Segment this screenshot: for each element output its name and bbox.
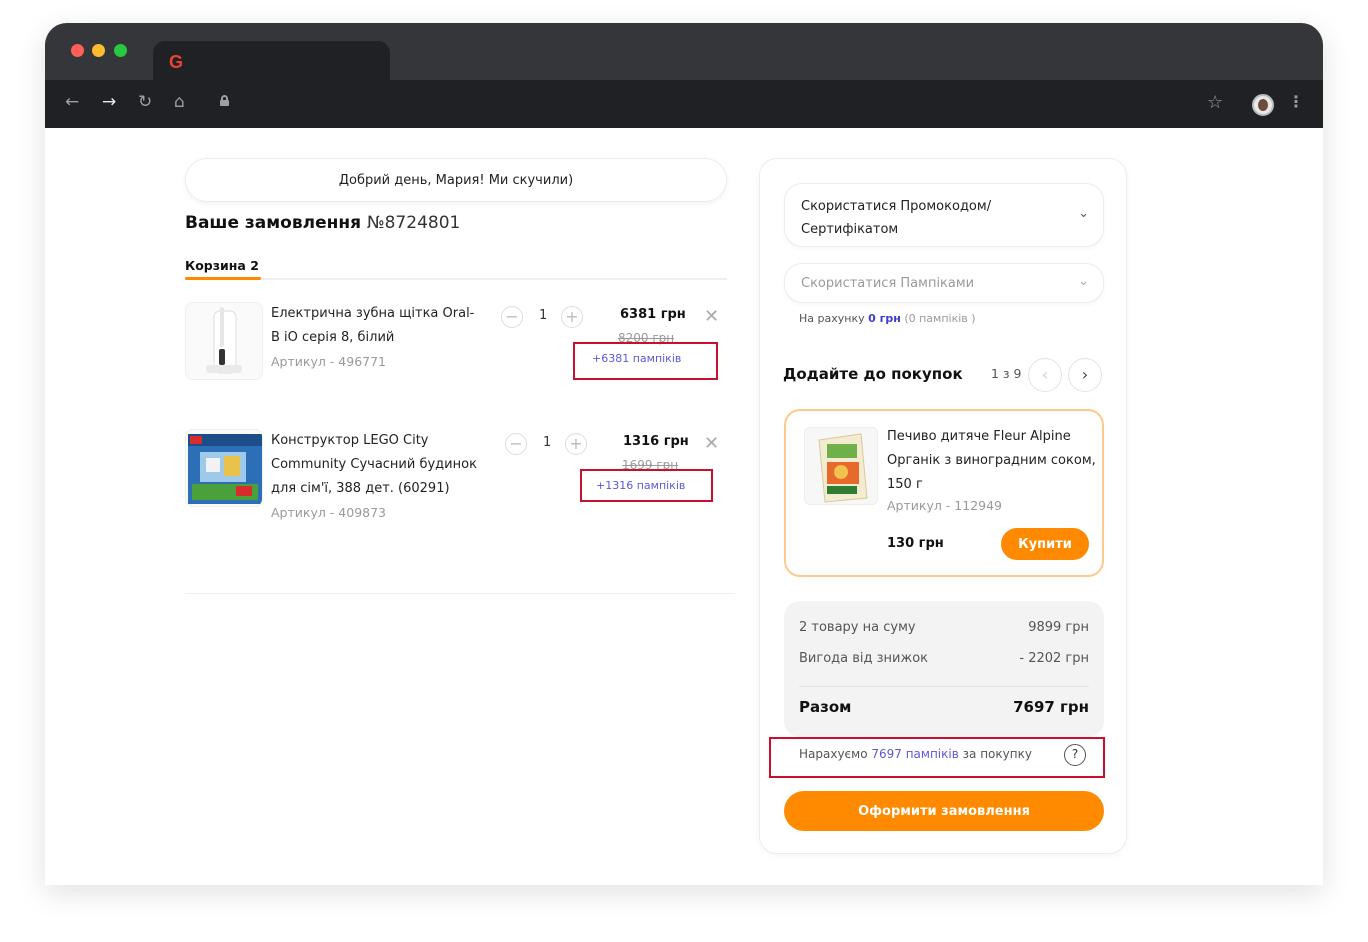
lego-box-image[interactable]	[185, 429, 263, 507]
quantity-value: 1	[543, 435, 552, 450]
tab-cart[interactable]: Корзина 2	[185, 258, 259, 273]
decrease-quantity-button[interactable]: −	[505, 433, 527, 455]
order-totals: 2 товару на суму 9899 грн Вигода від зни…	[784, 601, 1104, 737]
decrease-quantity-button[interactable]: −	[501, 306, 523, 328]
items-sum-row: 2 товару на суму 9899 грн	[799, 620, 1089, 635]
toothbrush-image[interactable]	[185, 302, 263, 380]
cart-divider	[185, 593, 735, 594]
increase-quantity-button[interactable]: +	[561, 306, 583, 328]
quantity-value: 1	[539, 308, 548, 323]
remove-item-icon[interactable]: ✕	[704, 433, 719, 454]
checkout-button[interactable]: Оформити замовлення	[784, 791, 1104, 831]
cookie-box-image[interactable]	[804, 427, 878, 505]
discount-label: Вигода від знижок	[799, 651, 929, 666]
balance-suffix: (0 пампіків )	[904, 312, 976, 325]
bookmark-star-icon[interactable]: ☆	[1207, 92, 1223, 113]
item-name[interactable]: Електрична зубна щітка Oral-B iO серія 8…	[271, 302, 481, 350]
lock-icon	[220, 95, 229, 106]
recommended-product-sku: Артикул - 112949	[887, 498, 1003, 513]
totals-divider	[799, 686, 1089, 687]
recommended-product-card: Печиво дитяче Fleur Alpine Органік з вин…	[784, 409, 1104, 577]
item-sku: Артикул - 409873	[271, 505, 387, 520]
item-sku: Артикул - 496771	[271, 354, 387, 369]
recommendations-title: Додайте до покупок	[783, 365, 963, 383]
browser-tab[interactable]: G	[153, 41, 390, 80]
tab-cart-underline	[185, 277, 261, 280]
buy-button[interactable]: Купити	[1001, 528, 1089, 560]
greeting-banner: Добрий день, Мария! Ми скучили)	[185, 158, 727, 202]
title-bar: G	[45, 23, 1323, 80]
pampiks-label: Скористатися Пампіками	[801, 276, 975, 291]
promo-code-label: Скористатися Промокодом/Сертифікатом	[801, 199, 992, 237]
item-price: 6381 грн	[620, 307, 686, 322]
balance-prefix: На рахунку	[799, 312, 865, 325]
balance-value: 0 грн	[868, 312, 901, 325]
page-content: Добрий день, Мария! Ми скучили) Ваше зам…	[45, 128, 1323, 885]
item-price: 1316 грн	[623, 434, 689, 449]
discount-row: Вигода від знижок - 2202 грн	[799, 651, 1089, 666]
item-info: Електрична зубна щітка Oral-B iO серія 8…	[271, 302, 481, 374]
order-title: Ваше замовлення №8724801	[185, 213, 460, 233]
next-recommendation-button[interactable]: ›	[1068, 358, 1102, 392]
recommendations-counter: 1 з 9	[991, 366, 1022, 381]
recommended-product-name[interactable]: Печиво дитяче Fleur Alpine Органік з вин…	[887, 425, 1097, 497]
pampiks-dropdown[interactable]: Скористатися Пампіками ⌄	[784, 263, 1104, 303]
total-row: Разом 7697 грн	[799, 698, 1089, 716]
profile-avatar[interactable]	[1252, 94, 1274, 116]
remove-item-icon[interactable]: ✕	[704, 306, 719, 327]
browser-menu-icon[interactable]: ⋮	[1288, 92, 1304, 111]
promo-code-dropdown[interactable]: Скористатися Промокодом/Сертифікатом ⌄	[784, 183, 1104, 247]
close-window-button[interactable]	[71, 44, 84, 57]
back-arrow-icon[interactable]: ←	[65, 92, 79, 112]
accrual-highlight-box	[769, 737, 1105, 778]
chevron-down-icon: ⌄	[1078, 274, 1089, 289]
tabs-divider	[185, 278, 727, 280]
points-highlight-box	[573, 342, 718, 380]
minimize-window-button[interactable]	[92, 44, 105, 57]
total-value: 7697 грн	[1013, 698, 1089, 716]
cart-item: Конструктор LEGO City Community Сучасний…	[185, 429, 735, 569]
points-highlight-box	[580, 469, 713, 502]
reload-icon[interactable]: ↻	[138, 92, 152, 112]
total-label: Разом	[799, 698, 852, 716]
forward-arrow-icon[interactable]: →	[102, 92, 116, 112]
address-bar[interactable]	[211, 89, 1261, 119]
google-favicon-icon: G	[169, 52, 184, 72]
items-sum-value: 9899 грн	[1028, 620, 1089, 635]
pampiks-balance: На рахунку 0 грн (0 пампіків )	[799, 312, 976, 325]
quantity-stepper: − 1 +	[501, 306, 591, 328]
increase-quantity-button[interactable]: +	[565, 433, 587, 455]
home-icon[interactable]: ⌂	[174, 92, 185, 112]
item-name[interactable]: Конструктор LEGO City Community Сучасний…	[271, 429, 481, 501]
previous-recommendation-button[interactable]: ‹	[1028, 358, 1062, 392]
item-info: Конструктор LEGO City Community Сучасний…	[271, 429, 481, 525]
order-summary-panel: Скористатися Промокодом/Сертифікатом ⌄ С…	[759, 158, 1127, 854]
order-title-label: Ваше замовлення	[185, 213, 362, 233]
browser-toolbar: ← → ↻ ⌂ ☆ ⋮	[45, 80, 1323, 128]
cart-item: Електрична зубна щітка Oral-B iO серія 8…	[185, 302, 735, 412]
quantity-stepper: − 1 +	[505, 433, 595, 455]
chevron-down-icon: ⌄	[1078, 206, 1089, 221]
recommended-product-price: 130 грн	[887, 536, 944, 551]
browser-window: G ← → ↻ ⌂ ☆ ⋮ Добрий день, Мария! Ми ску…	[45, 23, 1323, 885]
items-sum-label: 2 товару на суму	[799, 620, 916, 635]
maximize-window-button[interactable]	[114, 44, 127, 57]
order-number: №8724801	[366, 213, 461, 233]
discount-value: - 2202 грн	[1019, 651, 1089, 666]
